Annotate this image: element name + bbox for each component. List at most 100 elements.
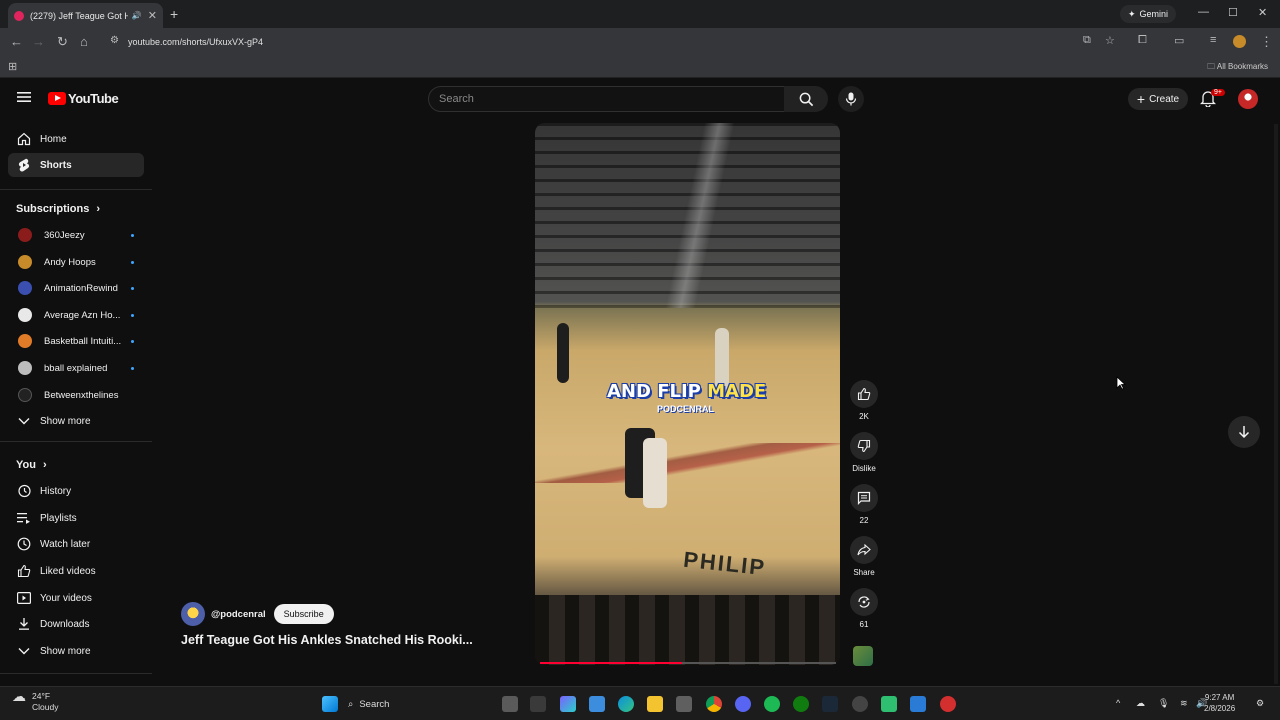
page-scrollbar[interactable] <box>1274 124 1278 684</box>
browser-tab[interactable]: (2279) Jeff Teague Got His / 🔊 ✕ <box>8 3 163 28</box>
spotify-icon[interactable] <box>764 696 780 712</box>
hamburger-menu-icon[interactable] <box>17 90 31 104</box>
discord-icon[interactable] <box>735 696 751 712</box>
tab-search-icon[interactable]: ≡ <box>1210 34 1216 46</box>
copilot-icon[interactable] <box>560 696 576 712</box>
maximize-icon[interactable]: ☐ <box>1228 6 1238 19</box>
sidebar-item-label: History <box>40 485 72 497</box>
edge-icon[interactable] <box>618 696 634 712</box>
app-icon[interactable] <box>852 696 868 712</box>
terminal-icon[interactable] <box>530 696 546 712</box>
downloads-icon <box>8 617 40 631</box>
subscription-channel[interactable]: Andy Hoops <box>8 251 144 273</box>
youtube-logo[interactable]: YouTube <box>48 91 119 106</box>
sidebar-item-your-videos[interactable]: Your videos <box>8 586 144 610</box>
history-icon <box>8 484 40 498</box>
task-view-icon[interactable] <box>502 696 518 712</box>
share-button[interactable]: Share <box>848 536 880 577</box>
sidebar-item-shorts[interactable]: Shorts <box>8 153 144 177</box>
next-short-button[interactable] <box>1228 416 1260 448</box>
channel-avatar <box>18 228 32 242</box>
bookmark-star-icon[interactable]: ☆ <box>1105 34 1115 47</box>
app-icon[interactable] <box>940 696 956 712</box>
show-more-you[interactable]: Show more <box>8 639 144 663</box>
like-button[interactable]: 2K <box>848 380 880 421</box>
subscription-channel[interactable]: AnimationRewind <box>8 277 144 299</box>
onedrive-icon[interactable]: ☁ <box>1136 698 1145 709</box>
comments-button[interactable]: 22 <box>848 484 880 525</box>
back-icon[interactable]: ← <box>10 34 23 49</box>
show-more-subscriptions[interactable]: Show more <box>8 409 144 433</box>
home-browser-icon[interactable]: ⌂ <box>80 34 88 49</box>
voice-search-button[interactable] <box>838 86 864 112</box>
all-bookmarks-button[interactable]: 🗀 All Bookmarks <box>1207 61 1268 75</box>
app-icon[interactable] <box>589 696 605 712</box>
subscription-channel[interactable]: Average Azn Ho... <box>8 304 144 326</box>
audio-thumbnail[interactable] <box>853 646 873 666</box>
shorts-video-player[interactable]: PHILIP AND FLIP MADE PODCENRAL <box>535 123 840 665</box>
dislike-button[interactable]: Dislike <box>848 432 880 473</box>
store-icon[interactable] <box>676 696 692 712</box>
app-icon[interactable] <box>910 696 926 712</box>
subscriptions-heading[interactable]: Subscriptions › <box>16 203 100 215</box>
sidebar-item-home[interactable]: Home <box>8 127 144 151</box>
address-bar[interactable]: youtube.com/shorts/UfxuxVX-gP4 <box>104 32 1124 52</box>
you-heading[interactable]: You › <box>16 459 47 471</box>
close-tab-icon[interactable]: ✕ <box>148 9 157 22</box>
channel-name: 360Jeezy <box>44 229 85 241</box>
thumbs-down-icon <box>850 432 878 460</box>
show-hidden-icons[interactable]: ^ <box>1116 698 1120 708</box>
sidebar-item-watch-later[interactable]: Watch later <box>8 532 144 556</box>
subscription-channel[interactable]: 360Jeezy <box>8 224 144 246</box>
profile-icon[interactable] <box>1233 35 1246 48</box>
sidebar-item-downloads[interactable]: Downloads <box>8 612 144 636</box>
install-icon[interactable]: ⧉ <box>1083 34 1091 47</box>
reload-icon[interactable]: ↻ <box>57 34 68 50</box>
file-explorer-icon[interactable] <box>647 696 663 712</box>
windows-start-icon[interactable] <box>322 696 338 712</box>
settings-gear-icon[interactable]: ⚙ <box>1256 698 1264 709</box>
create-button[interactable]: + Create <box>1128 88 1188 110</box>
sidebar-item-playlists[interactable]: Playlists <box>8 506 144 530</box>
extensions-icon[interactable]: ⧠ <box>1138 34 1147 47</box>
thumbs-up-icon <box>850 380 878 408</box>
speaker-icon[interactable]: 🔊 <box>132 11 142 20</box>
subscription-channel[interactable]: Betweenxthelines <box>8 384 144 406</box>
app-icon[interactable] <box>881 696 897 712</box>
channel-handle[interactable]: @podcenral <box>211 609 266 620</box>
subscription-channel[interactable]: bball explained <box>8 357 144 379</box>
taskbar-search[interactable]: ⌕ Search <box>348 694 458 714</box>
video-progress-bar[interactable] <box>540 662 836 664</box>
remix-button[interactable]: 61 <box>848 588 880 629</box>
sidebar-item-history[interactable]: History <box>8 479 144 503</box>
sidebar-item-label: Shorts <box>40 159 72 171</box>
new-tab-button[interactable]: + <box>170 6 178 22</box>
microphone-icon[interactable]: 🎙 <box>1158 698 1169 709</box>
forward-icon[interactable]: → <box>32 34 45 49</box>
apps-grid-icon[interactable]: ⊞ <box>8 60 17 73</box>
mouse-cursor-icon <box>1116 376 1126 390</box>
system-clock[interactable]: 9:27 AM 2/8/2026 <box>1204 692 1235 714</box>
video-title[interactable]: Jeff Teague Got His Ankles Snatched His … <box>181 633 481 647</box>
xbox-icon[interactable] <box>793 696 809 712</box>
steam-icon[interactable] <box>822 696 838 712</box>
minimize-icon[interactable]: — <box>1198 6 1209 18</box>
cast-icon[interactable]: ▭ <box>1174 34 1184 47</box>
close-window-icon[interactable]: ✕ <box>1258 6 1267 19</box>
site-info-icon[interactable]: ⚙ <box>110 35 119 46</box>
sidebar-item-liked-videos[interactable]: Liked videos <box>8 559 144 583</box>
wifi-icon[interactable]: ≋ <box>1180 698 1188 709</box>
channel-avatar[interactable] <box>181 602 205 626</box>
search-button[interactable] <box>784 86 828 112</box>
subscription-channel[interactable]: Basketball Intuiti... <box>8 330 144 352</box>
new-content-dot <box>131 233 134 237</box>
home-icon <box>8 132 40 146</box>
menu-kebab-icon[interactable]: ⋮ <box>1260 34 1273 50</box>
account-avatar[interactable] <box>1238 89 1258 109</box>
weather-widget[interactable]: ☁ 24°F Cloudy <box>12 689 58 713</box>
chrome-icon[interactable] <box>706 696 722 712</box>
gemini-button[interactable]: ✦ Gemini <box>1120 5 1177 23</box>
search-input[interactable]: Search <box>428 86 785 112</box>
subscribe-button[interactable]: Subscribe <box>273 604 334 624</box>
windows-taskbar <box>0 686 1280 720</box>
